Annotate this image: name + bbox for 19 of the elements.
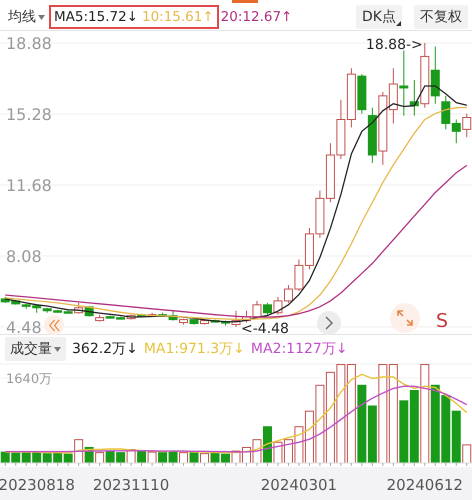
axis-label: 1640万: [6, 372, 52, 388]
ma-value: MA5:15.72↓: [54, 9, 138, 25]
date-label: 20230818: [0, 476, 75, 494]
axis-label: 11.68: [6, 176, 52, 195]
axis-label: 15.28: [6, 105, 52, 124]
axis-label: 8.08: [6, 246, 42, 266]
volume-value: 362.2万↓: [72, 340, 138, 358]
date-label: 20240612: [386, 476, 463, 494]
s-label: S: [436, 310, 448, 332]
price-annotation: <-4.48: [241, 320, 289, 335]
date-label: 20231110: [92, 476, 170, 494]
ma-value: 20:12.67↑: [220, 9, 292, 25]
volume-value: MA2:1127万↓: [250, 340, 348, 358]
volume-value: MA1:971.3万↓: [144, 340, 245, 358]
ma-value: 10:15.61↑: [142, 9, 214, 25]
axis-label: 18.88: [6, 34, 52, 53]
axis-label: 4.48: [6, 318, 42, 335]
date-label: 20240301: [260, 476, 338, 494]
price-annotation: 18.88->: [366, 37, 423, 53]
